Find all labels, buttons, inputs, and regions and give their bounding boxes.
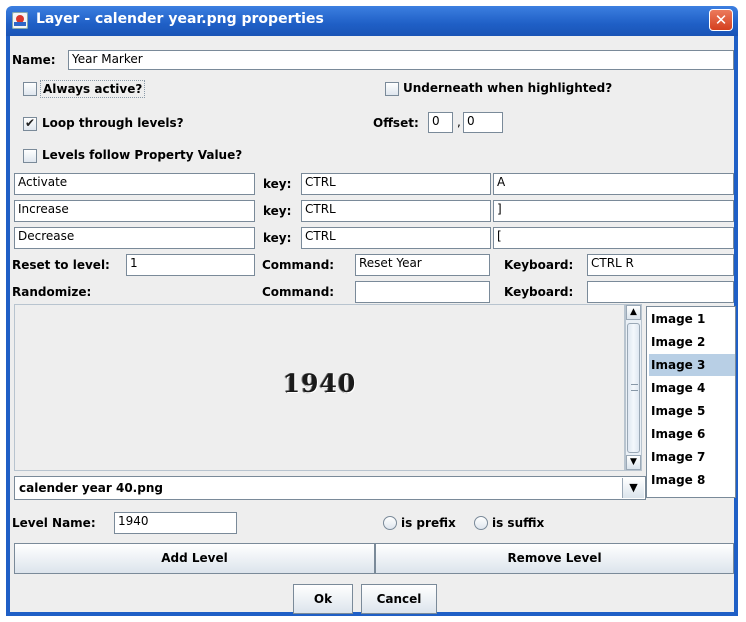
reset-level-input[interactable]: 1 — [126, 254, 255, 276]
list-item-image-5[interactable]: Image 5 — [649, 400, 735, 422]
scroll-down-button[interactable]: ▼ — [626, 455, 641, 470]
ok-button[interactable]: Ok — [293, 584, 353, 614]
levels-follow-checkbox[interactable] — [23, 149, 37, 163]
scroll-thumb[interactable] — [627, 323, 640, 453]
decrease-key-field[interactable]: [ — [493, 227, 734, 249]
level-image-preview: 1940 — [14, 304, 625, 471]
randomize-keyboard-label: Keyboard: — [504, 285, 574, 299]
chevron-down-icon[interactable]: ▼ — [622, 478, 644, 498]
level-name-input[interactable]: 1940 — [114, 512, 237, 534]
is-prefix-label[interactable]: is prefix — [401, 516, 456, 530]
image-file-dropdown[interactable]: calender year 40.png ▼ — [14, 476, 646, 500]
image-file-value: calender year 40.png — [19, 481, 163, 495]
always-active-checkbox[interactable] — [23, 82, 37, 96]
randomize-command-input[interactable] — [355, 281, 490, 303]
activate-key-field[interactable]: A — [493, 173, 734, 195]
name-label: Name: — [12, 53, 56, 67]
cancel-button[interactable]: Cancel — [361, 584, 437, 614]
increase-key-label: key: — [263, 204, 292, 218]
is-suffix-label[interactable]: is suffix — [492, 516, 544, 530]
offset-label: Offset: — [373, 116, 419, 130]
remove-level-button[interactable]: Remove Level — [375, 543, 734, 574]
preview-scrollbar[interactable]: ▲ ▼ — [625, 304, 642, 471]
reset-command-input[interactable]: Reset Year — [355, 254, 490, 276]
reset-command-label: Command: — [262, 258, 335, 272]
close-button[interactable]: ✕ — [709, 9, 733, 31]
activate-key-label: key: — [263, 177, 292, 191]
list-item-image-3[interactable]: Image 3 — [649, 354, 735, 376]
scroll-grip-icon — [631, 384, 638, 391]
add-level-button[interactable]: Add Level — [14, 543, 375, 574]
decrease-key-label: key: — [263, 231, 292, 245]
name-input[interactable]: Year Marker — [68, 50, 734, 70]
reset-level-label: Reset to level: — [12, 258, 110, 272]
randomize-command-label: Command: — [262, 285, 335, 299]
offset-comma: , — [457, 115, 461, 129]
activate-modifier-field[interactable]: CTRL — [301, 173, 491, 195]
scroll-up-button[interactable]: ▲ — [626, 305, 641, 320]
randomize-keyboard-input[interactable] — [587, 281, 734, 303]
underneath-label[interactable]: Underneath when highlighted? — [403, 81, 612, 95]
list-item-image-2[interactable]: Image 2 — [649, 331, 735, 353]
window-title: Layer - calender year.png properties — [36, 11, 324, 27]
list-item-image-4[interactable]: Image 4 — [649, 377, 735, 399]
list-item-image-1[interactable]: Image 1 — [649, 308, 735, 330]
is-prefix-radio[interactable] — [383, 516, 397, 530]
title-bar[interactable]: Layer - calender year.png properties ✕ — [6, 6, 738, 36]
list-item-image-6[interactable]: Image 6 — [649, 423, 735, 445]
reset-keyboard-label: Keyboard: — [504, 258, 574, 272]
loop-levels-label[interactable]: Loop through levels? — [42, 116, 184, 130]
decrease-action-field[interactable]: Decrease — [14, 227, 255, 249]
reset-keyboard-input[interactable]: CTRL R — [587, 254, 734, 276]
image-list[interactable]: Image 1 Image 2 Image 3 Image 4 Image 5 … — [646, 306, 736, 498]
list-item-image-8[interactable]: Image 8 — [649, 469, 735, 491]
level-name-label: Level Name: — [12, 516, 96, 530]
increase-action-field[interactable]: Increase — [14, 200, 255, 222]
offset-x-input[interactable]: 0 — [428, 112, 453, 133]
is-suffix-radio[interactable] — [474, 516, 488, 530]
increase-modifier-field[interactable]: CTRL — [301, 200, 491, 222]
loop-levels-checkbox[interactable] — [23, 116, 37, 131]
decrease-modifier-field[interactable]: CTRL — [301, 227, 491, 249]
randomize-label: Randomize: — [12, 285, 92, 299]
increase-key-field[interactable]: ] — [493, 200, 734, 222]
underneath-checkbox[interactable] — [385, 82, 399, 96]
java-app-icon — [12, 12, 28, 29]
preview-image-text: 1940 — [282, 369, 357, 398]
always-active-label[interactable]: Always active? — [40, 80, 146, 98]
offset-y-input[interactable]: 0 — [463, 112, 503, 133]
list-item-image-7[interactable]: Image 7 — [649, 446, 735, 468]
activate-action-field[interactable]: Activate — [14, 173, 255, 195]
levels-follow-label[interactable]: Levels follow Property Value? — [42, 148, 242, 162]
